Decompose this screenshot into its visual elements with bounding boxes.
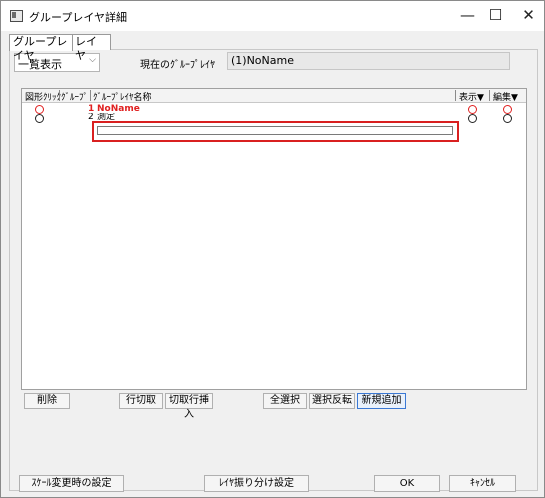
group-layer-detail-window: グループレイヤ詳細 — ☐ ✕ グループレイヤ レイヤ 一覧表示 ⌵ 現在のｸﾞ… <box>0 0 545 498</box>
column-separator[interactable] <box>455 90 456 101</box>
column-separator[interactable] <box>59 90 60 101</box>
tab-group-layer[interactable]: グループレイヤ <box>9 34 73 62</box>
ok-button[interactable]: OK <box>374 475 440 492</box>
group-layer-name[interactable]: 測定 <box>97 113 115 120</box>
tab-layer[interactable]: レイヤ <box>71 34 111 62</box>
edit-radio[interactable] <box>503 105 512 114</box>
col-header-group[interactable]: ｸﾞﾙｰﾌﾟ <box>61 90 88 103</box>
close-button[interactable]: ✕ <box>506 1 545 31</box>
delete-button[interactable]: 削除 <box>24 393 70 409</box>
column-separator[interactable] <box>90 90 91 101</box>
display-radio[interactable] <box>468 105 477 114</box>
shape-click-radio[interactable] <box>35 105 44 114</box>
title-bar[interactable]: グループレイヤ詳細 — ☐ ✕ <box>1 1 544 31</box>
current-group-label: 現在のｸﾞﾙｰﾌﾟﾚｲﾔ <box>140 60 215 71</box>
chevron-down-icon: ⌵ <box>89 55 96 65</box>
display-radio[interactable] <box>468 114 477 123</box>
name-edit-overlay <box>92 121 459 142</box>
select-all-button[interactable]: 全選択 <box>263 393 307 409</box>
add-new-button[interactable]: 新規追加 <box>357 393 406 409</box>
app-icon <box>10 10 23 22</box>
edit-radio[interactable] <box>503 114 512 123</box>
col-header-group-layer-name[interactable]: ｸﾞﾙｰﾌﾟﾚｲﾔ名称 <box>93 90 152 103</box>
shape-click-radio[interactable] <box>35 114 44 123</box>
cancel-button[interactable]: ｷｬﾝｾﾙ <box>449 475 516 492</box>
col-header-display[interactable]: 表示▼ <box>459 90 484 103</box>
window-title: グループレイヤ詳細 <box>29 11 128 24</box>
layer-assign-settings-button[interactable]: ﾚｲﾔ振り分け設定 <box>204 475 309 492</box>
col-header-edit[interactable]: 編集▼ <box>493 90 518 103</box>
current-group-value: (1)NoName <box>227 52 510 70</box>
cut-row-button[interactable]: 行切取 <box>119 393 163 409</box>
insert-cut-row-button[interactable]: 切取行挿入 <box>165 393 213 420</box>
grid-header: 図形ｸﾘｯｸ ｸﾞﾙｰﾌﾟ ｸﾞﾙｰﾌﾟﾚｲﾔ名称 表示▼ 編集▼ <box>22 89 526 103</box>
column-separator[interactable] <box>489 90 490 101</box>
invert-selection-button[interactable]: 選択反転 <box>309 393 355 409</box>
scale-change-settings-button[interactable]: ｽｹｰﾙ変更時の設定 <box>19 475 124 492</box>
name-edit-field[interactable] <box>97 126 453 135</box>
col-header-shape-click[interactable]: 図形ｸﾘｯｸ <box>25 90 61 103</box>
group-number: 2 <box>88 113 94 120</box>
